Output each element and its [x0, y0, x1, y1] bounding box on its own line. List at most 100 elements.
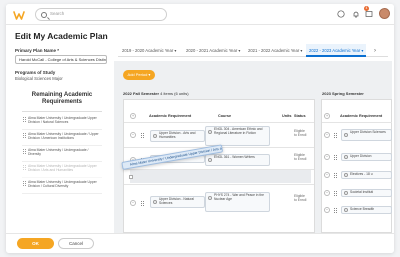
- tab-2019-2020[interactable]: 2019 - 2020 Academic Year ▾: [122, 44, 176, 57]
- drop-target-row[interactable]: [130, 170, 311, 183]
- row-checkbox[interactable]: [129, 175, 133, 179]
- remove-icon[interactable]: [344, 173, 348, 177]
- requirement-pill[interactable]: Upper Division - Natural Sciences: [150, 196, 205, 208]
- remove-icon[interactable]: [344, 191, 348, 195]
- programs-value: Biological Sciences Major: [15, 76, 63, 81]
- app-window: Search 4 Edit My Academic Plan Primary P…: [6, 4, 394, 253]
- remove-row-icon[interactable]: −: [324, 190, 330, 196]
- requirement-pill[interactable]: Science Breadth: [341, 206, 392, 214]
- remove-row-icon[interactable]: −: [324, 207, 330, 213]
- enrollment-status: Eligible to Enroll: [294, 153, 307, 161]
- requirement-pill[interactable]: Upper Division Sciences: [341, 129, 392, 141]
- programs-label: Programs of Study: [15, 70, 56, 75]
- chat-icon[interactable]: [337, 10, 345, 18]
- primary-plan-field[interactable]: Harold McCall - College of Arts & Scienc…: [15, 55, 107, 64]
- requirement-label: Alma Mater University / Undergraduate Up…: [28, 180, 97, 189]
- drag-handle-icon[interactable]: [23, 181, 26, 186]
- requirement-pill[interactable]: Upper Division: [341, 153, 392, 161]
- divider: [322, 122, 392, 123]
- tab-2020-2021[interactable]: 2020 - 2021 Academic Year ▾: [186, 44, 240, 57]
- drag-handle-icon[interactable]: [23, 133, 26, 138]
- chevron-right-icon[interactable]: ›: [374, 48, 376, 54]
- fall-semester-card: [123, 99, 315, 233]
- add-row-icon[interactable]: +: [324, 113, 330, 119]
- remove-row-icon[interactable]: −: [130, 200, 136, 206]
- column-course: Course: [218, 114, 232, 118]
- remove-icon[interactable]: [208, 130, 212, 134]
- course-name: ENGL 304 - American Ethnic and Regional …: [214, 127, 263, 135]
- course-pill[interactable]: PHYS 274 - War and Peace in the Nuclear …: [205, 192, 270, 212]
- remove-row-icon[interactable]: −: [324, 154, 330, 160]
- add-period-button[interactable]: Add Period ▾: [123, 70, 155, 80]
- requirement-name: Societal Instituti: [350, 190, 374, 194]
- workday-logo[interactable]: [13, 9, 25, 21]
- divider: [124, 184, 314, 185]
- remove-row-icon[interactable]: −: [324, 132, 330, 138]
- search-placeholder: Search: [50, 11, 65, 16]
- primary-plan-label: Primary Plan Name *: [15, 48, 60, 53]
- tab-2022-2023[interactable]: 2022 - 2023 Academic Year ▾: [306, 44, 367, 57]
- remove-icon[interactable]: [344, 208, 348, 212]
- requirement-name: Upper Division - Arts and Humanities: [159, 131, 196, 139]
- remove-icon[interactable]: [153, 200, 157, 204]
- requirement-name: Electives - 18 u: [350, 172, 373, 176]
- remaining-requirements-title: Remaining Academic Requirements: [31, 92, 93, 105]
- course-pill[interactable]: ENGL 361 - Women Writers: [205, 154, 270, 166]
- cancel-button[interactable]: Cancel: [58, 238, 94, 249]
- requirement-item-dragging[interactable]: Alma Mater University / Undergraduate Up…: [22, 164, 102, 178]
- inbox-icon[interactable]: [365, 10, 373, 18]
- requirement-label: Alma Mater University / Undergraduate Up…: [28, 164, 97, 173]
- user-avatar[interactable]: [379, 8, 390, 19]
- course-pill[interactable]: ENGL 304 - American Ethnic and Regional …: [205, 126, 270, 146]
- drag-handle-icon[interactable]: [23, 117, 26, 122]
- column-units: Units: [282, 114, 292, 118]
- divider: [22, 111, 102, 112]
- drag-handle-icon[interactable]: [334, 173, 337, 178]
- requirement-name: Upper Division Sciences: [350, 130, 386, 134]
- notifications-bell-icon[interactable]: [352, 10, 360, 18]
- remove-row-icon[interactable]: −: [324, 172, 330, 178]
- add-row-icon[interactable]: +: [130, 113, 136, 119]
- requirement-label: Alma Mater University / Undergraduate / …: [28, 148, 89, 157]
- drag-handle-icon[interactable]: [23, 149, 26, 154]
- drag-handle-icon[interactable]: [141, 133, 144, 138]
- fall-semester-title: 2022 Fall Semester: [123, 91, 160, 96]
- drag-handle-icon[interactable]: [334, 208, 337, 213]
- drag-handle-icon[interactable]: [23, 165, 26, 170]
- column-academic-requirement: Academic Requirement: [149, 114, 192, 118]
- requirement-item[interactable]: Alma Mater University / Undergraduate / …: [22, 148, 102, 162]
- remove-icon[interactable]: [208, 196, 212, 200]
- search-icon: [41, 12, 47, 18]
- search-input[interactable]: Search: [35, 8, 167, 21]
- remove-icon[interactable]: [344, 155, 348, 159]
- notification-badge: 4: [364, 6, 369, 11]
- tab-2021-2022[interactable]: 2021 - 2022 Academic Year ▾: [248, 44, 302, 57]
- drag-handle-icon[interactable]: [334, 155, 337, 160]
- requirement-name: Upper Division - Natural Sciences: [159, 197, 194, 205]
- remove-row-icon[interactable]: −: [130, 132, 136, 138]
- enrollment-status: Eligible to Enroll: [294, 129, 307, 137]
- academic-year-tabs: 2019 - 2020 Academic Year ▾ 2020 - 2021 …: [118, 44, 388, 57]
- drag-handle-icon[interactable]: [334, 191, 337, 196]
- drag-handle-icon[interactable]: [334, 133, 337, 138]
- requirement-item[interactable]: Alma Mater University / Undergraduate Up…: [22, 116, 102, 130]
- fall-semester-header: 2022 Fall Semester 4 items (6 units): [123, 91, 189, 96]
- requirement-item[interactable]: Alma Mater University / Undergraduate / …: [22, 132, 102, 146]
- spring-semester-title: 2023 Spring Semester: [322, 91, 364, 96]
- requirement-name: Science Breadth: [350, 207, 375, 211]
- requirement-pill[interactable]: Electives - 18 u: [341, 171, 392, 179]
- remove-icon[interactable]: [208, 158, 212, 162]
- requirement-item[interactable]: Alma Mater University / Undergraduate Up…: [22, 180, 102, 194]
- page-title: Edit My Academic Plan: [15, 31, 108, 41]
- requirement-pill[interactable]: Upper Division - Arts and Humanities: [150, 130, 205, 142]
- remove-icon[interactable]: [153, 134, 157, 138]
- course-name: PHYS 274 - War and Peace in the Nuclear …: [214, 193, 264, 201]
- remaining-requirements-panel: Remaining Academic Requirements Alma Mat…: [18, 92, 106, 237]
- requirement-label: Alma Mater University / Undergraduate / …: [28, 132, 99, 141]
- drag-handle-icon[interactable]: [141, 201, 144, 206]
- divider: [124, 122, 314, 123]
- column-status: Status: [294, 114, 306, 118]
- remove-icon[interactable]: [344, 133, 348, 137]
- requirement-pill[interactable]: Societal Instituti: [341, 189, 392, 197]
- ok-button[interactable]: OK: [17, 238, 54, 249]
